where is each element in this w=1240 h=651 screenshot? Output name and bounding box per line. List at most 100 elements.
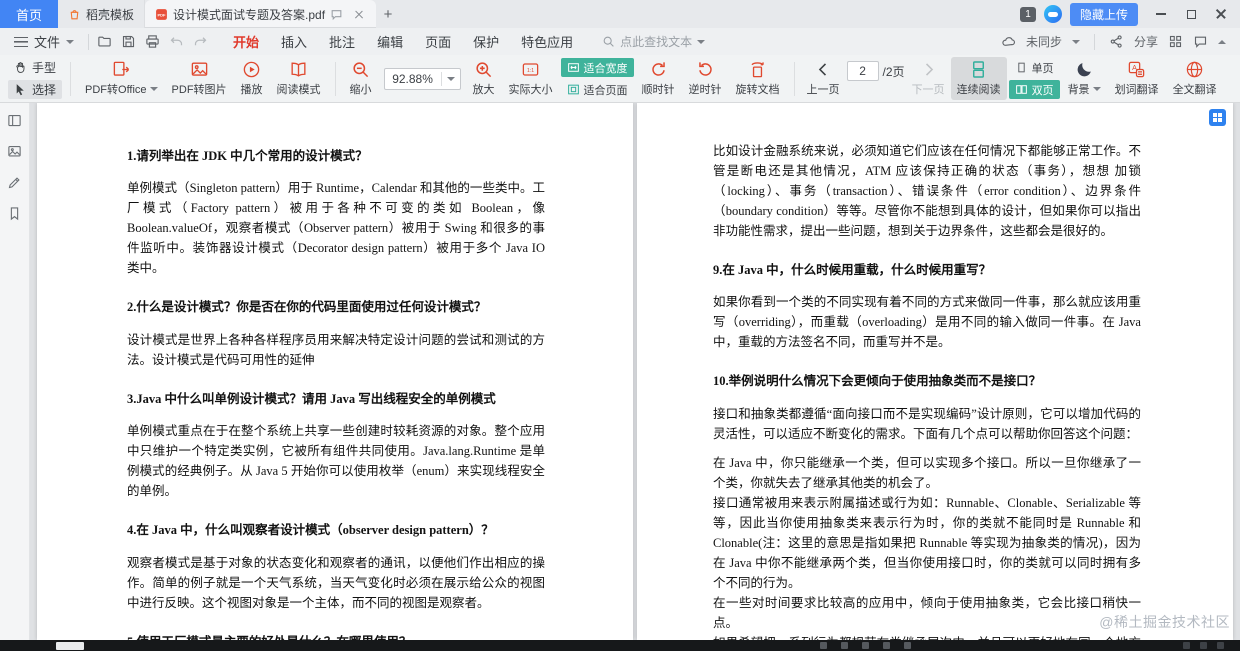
taskbar-icon[interactable] <box>883 642 890 649</box>
floating-widget-icon[interactable] <box>1209 109 1226 126</box>
docer-template-tab[interactable]: 稻壳模板 <box>58 0 146 28</box>
taskbar-icon[interactable] <box>841 642 848 649</box>
document-canvas[interactable]: 1.请列举出在 JDK 中几个常用的设计模式？ 单例模式（Singleton p… <box>30 103 1240 640</box>
fit-page-button[interactable]: 适合页面 <box>561 80 634 99</box>
zoom-level-combo[interactable] <box>383 67 461 90</box>
fit-width-button[interactable]: 适合宽度 <box>560 58 634 77</box>
next-page-button[interactable]: 下一页 <box>912 60 945 97</box>
maximize-button[interactable] <box>1176 0 1206 28</box>
pdf-to-image-button[interactable]: PDF转图片 <box>166 57 233 100</box>
comment-icon[interactable] <box>1193 34 1208 49</box>
annotation-pen-icon[interactable] <box>7 175 22 190</box>
watermark-text: @稀土掘金技术社区 <box>1099 614 1230 630</box>
taskbar-icon[interactable] <box>820 642 827 649</box>
zoom-out-icon <box>353 62 369 78</box>
minimize-button[interactable] <box>1146 0 1176 28</box>
answer-paragraph: 接口和抽象类都遵循“面向接口而不是实现编码”设计原则，它可以增加代码的灵活性，可… <box>713 406 1141 441</box>
taskbar-icon[interactable] <box>904 642 911 649</box>
divider <box>440 71 442 86</box>
content-area: 1.请列举出在 JDK 中几个常用的设计模式？ 单例模式（Singleton p… <box>0 103 1240 640</box>
taskbar-icon[interactable] <box>862 642 869 649</box>
tab-insert[interactable]: 插入 <box>270 28 318 55</box>
hand-tool[interactable]: 手型 <box>8 58 62 77</box>
undo-icon[interactable] <box>169 34 184 49</box>
thumbnail-icon[interactable] <box>7 144 22 159</box>
tray-icon[interactable] <box>1183 642 1190 649</box>
tab-close-icon[interactable] <box>352 7 366 21</box>
collapse-ribbon-icon[interactable] <box>1218 39 1226 44</box>
tab-special-apps[interactable]: 特色应用 <box>510 28 584 55</box>
open-folder-icon[interactable] <box>97 34 112 49</box>
word-translate-button[interactable]: A 划词翻译 <box>1109 57 1165 100</box>
background-button[interactable]: 背景 <box>1062 57 1107 100</box>
chevron-down-icon <box>1071 39 1080 44</box>
question-heading: 3.Java 中什么叫单例设计模式？请用 Java 写出线程安全的单例模式 <box>127 391 496 406</box>
select-tool[interactable]: 选择 <box>8 80 63 99</box>
divider <box>1093 33 1095 50</box>
tray-icon[interactable] <box>1200 642 1207 649</box>
sync-status[interactable]: 未同步 <box>1026 33 1062 50</box>
new-tab-button[interactable]: + <box>376 6 400 23</box>
taskbar-app-button[interactable] <box>56 642 84 650</box>
single-page-icon <box>1017 62 1025 73</box>
zoom-out-button[interactable]: 缩小 <box>344 57 378 100</box>
find-text-box[interactable]: 点此查找文本 <box>602 33 706 50</box>
page-total-label: /2页 <box>882 64 905 79</box>
play-button[interactable]: 播放 <box>235 57 269 100</box>
actual-size-label: 实际大小 <box>508 84 553 96</box>
actual-size-icon: 1:1 <box>522 63 539 76</box>
cloud-sync-icon[interactable] <box>1001 34 1016 49</box>
pdf-to-image-label: PDF转图片 <box>171 84 227 96</box>
menubar: 文件 开始 插入 批注 编辑 页面 保护 特色应用 点此查找文本 未同步 分享 <box>0 28 1240 55</box>
select-tool-label: 选择 <box>32 83 57 97</box>
rotate-counterclockwise-button[interactable]: 逆时针 <box>683 57 728 100</box>
left-panel-rail <box>0 103 30 640</box>
rotate-document-button[interactable]: 旋转文档 <box>730 57 786 100</box>
cloud-service-icon[interactable] <box>1043 5 1062 23</box>
print-icon[interactable] <box>145 34 160 49</box>
tab-page[interactable]: 页面 <box>414 28 462 55</box>
windows-taskbar[interactable] <box>0 640 1240 651</box>
document-tab[interactable]: PDF 设计模式面试专题及答案.pdf <box>145 0 377 28</box>
full-translate-label: 全文翻译 <box>1172 84 1217 96</box>
close-button[interactable] <box>1206 0 1236 28</box>
tab-annotate[interactable]: 批注 <box>318 28 366 55</box>
apps-grid-icon[interactable] <box>1168 34 1183 49</box>
tab-protect[interactable]: 保护 <box>462 28 510 55</box>
home-tab[interactable]: 首页 <box>0 0 58 28</box>
tab-start[interactable]: 开始 <box>222 28 270 55</box>
read-mode-label: 阅读模式 <box>276 84 321 96</box>
pdf-to-office-button[interactable]: PDF转Office <box>79 57 164 100</box>
double-page-button[interactable]: 双页 <box>1008 80 1060 99</box>
tab-edit[interactable]: 编辑 <box>366 28 414 55</box>
full-translate-button[interactable]: 全文翻译 <box>1167 57 1223 100</box>
divider <box>88 33 90 50</box>
chevron-down-icon <box>149 87 158 91</box>
redo-icon[interactable] <box>193 34 208 49</box>
notification-badge[interactable]: 1 <box>1019 6 1036 22</box>
single-page-button[interactable]: 单页 <box>1009 58 1060 77</box>
fit-width-label: 适合宽度 <box>583 62 628 75</box>
hide-upload-button[interactable]: 隐藏上传 <box>1069 2 1138 26</box>
bookmark-icon[interactable] <box>7 206 22 221</box>
continuous-reading-icon <box>973 61 985 78</box>
save-icon[interactable] <box>121 34 136 49</box>
question-heading: 5.使用工厂模式最主要的好处是什么？在哪里使用？ <box>127 633 545 641</box>
rotate-clockwise-button[interactable]: 顺时针 <box>636 57 681 100</box>
prev-page-button[interactable]: 上一页 <box>807 60 840 97</box>
share-label[interactable]: 分享 <box>1134 33 1158 50</box>
actual-size-button[interactable]: 1:1 实际大小 <box>503 57 559 100</box>
question-heading: 2.什么是设计模式？你是否在你的代码里面使用过任何设计模式？ <box>127 300 487 315</box>
file-menu[interactable]: 文件 <box>8 32 80 51</box>
question-heading: 9.在 Java 中，什么时候用重载，什么时候用重写？ <box>713 263 992 277</box>
share-icon[interactable] <box>1109 34 1124 49</box>
zoom-level-input[interactable] <box>389 71 436 86</box>
page-number-input[interactable] <box>846 61 879 81</box>
zoom-in-label: 放大 <box>472 84 495 96</box>
read-mode-button[interactable]: 阅读模式 <box>271 57 327 100</box>
tray-icon[interactable] <box>1217 642 1224 649</box>
background-moon-icon <box>1077 63 1091 77</box>
nav-panel-icon[interactable] <box>7 113 22 128</box>
zoom-in-button[interactable]: 放大 <box>467 57 501 100</box>
continuous-reading-button[interactable]: 连续阅读 <box>950 57 1007 100</box>
